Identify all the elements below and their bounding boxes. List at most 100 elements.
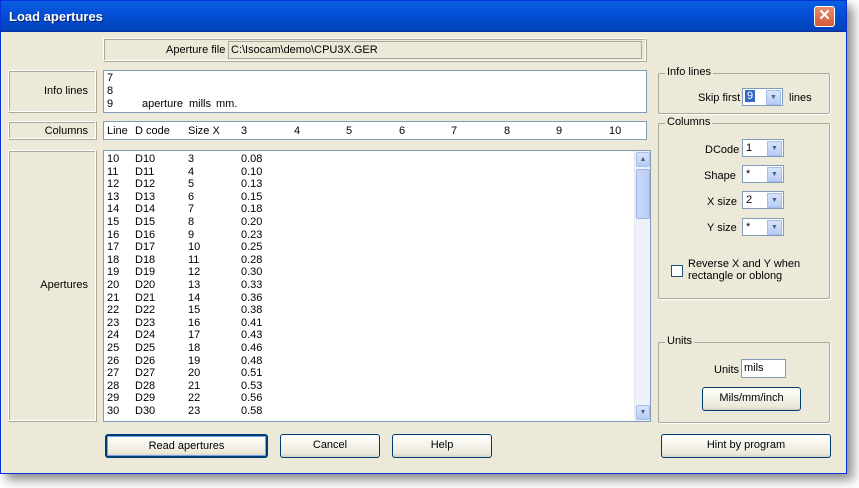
ysize-select[interactable]: * ▼	[742, 218, 784, 236]
row-col3: 0.15	[241, 190, 263, 203]
row-dcode: D23	[135, 316, 156, 329]
cancel-button[interactable]: Cancel	[280, 434, 380, 458]
table-row[interactable]: 16 D16 9 0.23	[107, 229, 632, 242]
row-sizex: 18	[188, 342, 201, 354]
reverse-xy-checkbox[interactable]	[671, 265, 683, 277]
scroll-up-icon[interactable]: ▲	[636, 152, 650, 167]
hint-by-program-button[interactable]: Hint by program	[661, 434, 831, 458]
table-row[interactable]: 30 D30 23 0.58	[107, 405, 632, 418]
close-button[interactable]: ✕	[814, 6, 835, 27]
info-lines-group: Info lines Skip first 9 ▼ lines	[658, 66, 830, 114]
aperture-file-label: Aperture file	[166, 44, 226, 56]
row-col3: 0.51	[241, 367, 263, 380]
scroll-down-icon[interactable]: ▼	[636, 405, 650, 420]
columns-label: Columns	[44, 125, 88, 137]
row-line: 19	[107, 266, 120, 279]
chevron-down-icon[interactable]: ▼	[767, 193, 782, 208]
row-dcode: D12	[135, 178, 156, 191]
row-line: 23	[107, 316, 120, 329]
close-icon: ✕	[818, 7, 831, 24]
row-dcode: D19	[135, 266, 156, 279]
window-title: Load apertures	[9, 9, 103, 24]
row-col3: 0.38	[241, 304, 263, 317]
info-lines-label: Info lines	[43, 85, 88, 97]
row-line: 26	[107, 354, 120, 367]
table-row[interactable]: 19 D19 12 0.30	[107, 266, 632, 279]
row-col3: 0.43	[241, 329, 263, 342]
apertures-list[interactable]: 10 D10 3 0.08 11 D11 4 0.10 12 D12 5 0.13 13 D13 6 0.15…	[103, 150, 651, 422]
table-row[interactable]: 17 D17 10 0.25	[107, 241, 632, 254]
row-dcode: D28	[135, 379, 156, 392]
table-row[interactable]: 24 D24 17 0.43	[107, 329, 632, 342]
table-row[interactable]: 28 D28 21 0.53	[107, 380, 632, 393]
row-sizex: 21	[188, 379, 201, 392]
row-line: 13	[107, 190, 120, 203]
col-header-num: 3	[241, 125, 248, 137]
row-sizex: 12	[188, 266, 201, 279]
col-header-num: 4	[294, 125, 301, 137]
units-input[interactable]: mils	[741, 359, 786, 378]
table-row[interactable]: 26 D26 19 0.48	[107, 355, 632, 368]
table-row[interactable]: 11 D11 4 0.10	[107, 166, 632, 179]
units-group: Units Units mils Mils/mm/inch	[658, 335, 830, 423]
info-lines-text[interactable]: 7 8 9 aperture mills mm.	[103, 70, 647, 113]
read-apertures-button[interactable]: Read apertures	[105, 434, 268, 458]
apertures-label-box: Apertures	[8, 150, 97, 422]
row-sizex: 7	[188, 203, 195, 216]
chevron-down-icon[interactable]: ▼	[766, 90, 781, 105]
table-row[interactable]: 21 D21 14 0.36	[107, 292, 632, 305]
columns-header-row: Line D code Size X 3 4 5 6 7 8 9 10	[103, 121, 647, 140]
chevron-down-icon[interactable]: ▼	[767, 220, 782, 235]
row-dcode: D14	[135, 203, 156, 216]
row-sizex: 4	[188, 165, 195, 178]
ysize-label: Y size	[707, 222, 737, 234]
table-row[interactable]: 27 D27 20 0.51	[107, 367, 632, 380]
row-line: 24	[107, 329, 120, 342]
table-row[interactable]: 14 D14 7 0.18	[107, 203, 632, 216]
row-sizex: 3	[188, 153, 195, 165]
row-sizex: 9	[188, 228, 195, 241]
skip-first-select[interactable]: 9 ▼	[742, 88, 783, 106]
row-col3: 0.56	[241, 392, 263, 405]
table-row[interactable]: 12 D12 5 0.13	[107, 178, 632, 191]
table-row[interactable]: 23 D23 16 0.41	[107, 317, 632, 330]
dcode-select[interactable]: 1 ▼	[742, 139, 784, 157]
row-col3: 0.33	[241, 279, 263, 291]
row-col3: 0.36	[241, 291, 263, 304]
vertical-scrollbar[interactable]: ▲ ▼	[634, 151, 650, 421]
title-bar[interactable]: Load apertures ✕	[1, 1, 846, 32]
row-sizex: 23	[188, 405, 201, 417]
table-row[interactable]: 22 D22 15 0.38	[107, 304, 632, 317]
reverse-xy-label: Reverse X and Y when	[688, 258, 801, 270]
row-sizex: 10	[188, 241, 201, 254]
row-line: 25	[107, 342, 120, 354]
shape-select[interactable]: * ▼	[742, 165, 784, 183]
row-col3: 0.18	[241, 203, 263, 216]
row-line: 14	[107, 203, 120, 216]
row-dcode: D16	[135, 228, 156, 241]
row-line: 12	[107, 178, 120, 191]
row-col3: 0.13	[241, 178, 263, 191]
table-row[interactable]: 25 D25 18 0.46	[107, 342, 632, 355]
table-row[interactable]: 10 D10 3 0.08	[107, 153, 632, 166]
row-col3: 0.53	[241, 379, 263, 392]
scroll-thumb[interactable]	[636, 169, 650, 219]
mils-mm-inch-button[interactable]: Mils/mm/inch	[702, 387, 801, 411]
row-sizex: 8	[188, 216, 195, 228]
info-line: 7	[107, 72, 114, 84]
row-line: 27	[107, 367, 120, 380]
table-row[interactable]: 29 D29 22 0.56	[107, 392, 632, 405]
table-row[interactable]: 20 D20 13 0.33	[107, 279, 632, 292]
chevron-down-icon[interactable]: ▼	[767, 141, 782, 156]
apertures-rows: 10 D10 3 0.08 11 D11 4 0.10 12 D12 5 0.13 13 D13 6 0.15…	[107, 153, 632, 421]
help-button[interactable]: Help	[392, 434, 492, 458]
xsize-select[interactable]: 2 ▼	[742, 191, 784, 209]
row-col3: 0.28	[241, 253, 263, 266]
row-sizex: 19	[188, 354, 201, 367]
table-row[interactable]: 15 D15 8 0.20	[107, 216, 632, 229]
table-row[interactable]: 18 D18 11 0.28	[107, 254, 632, 267]
table-row[interactable]: 13 D13 6 0.15	[107, 191, 632, 204]
row-dcode: D30	[135, 405, 156, 417]
chevron-down-icon[interactable]: ▼	[767, 167, 782, 182]
units-group-title: Units	[665, 335, 695, 347]
